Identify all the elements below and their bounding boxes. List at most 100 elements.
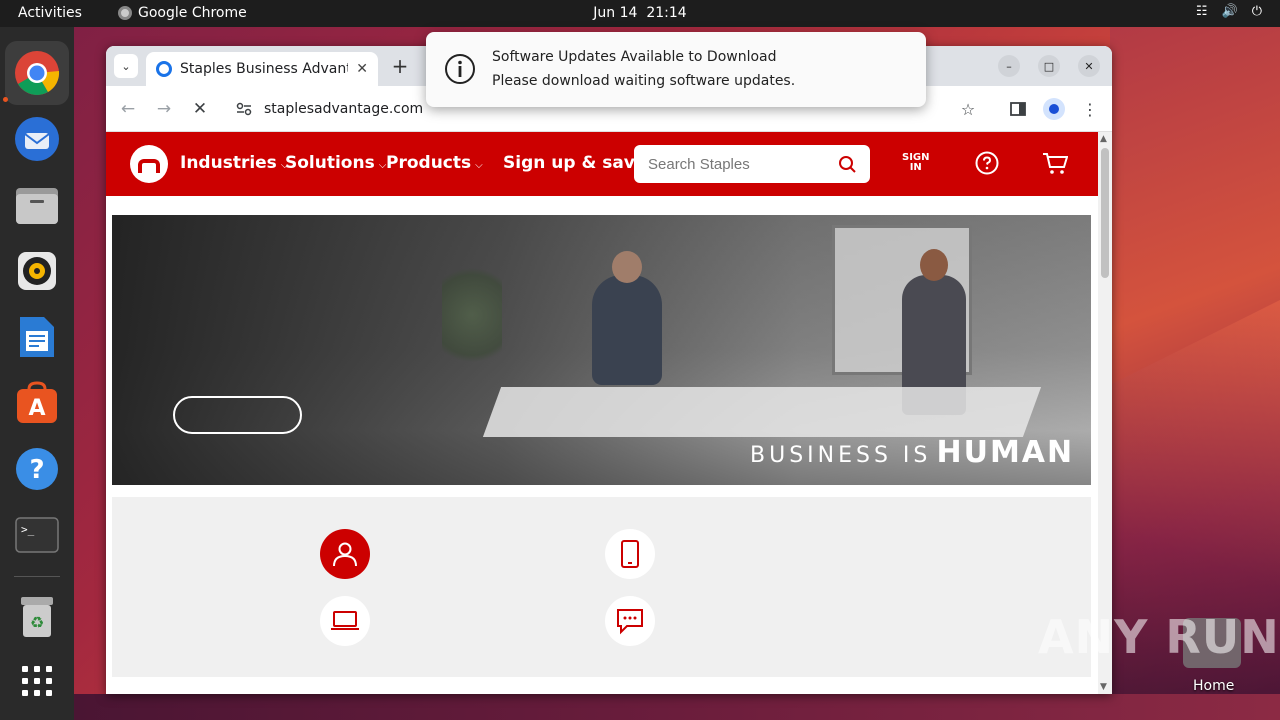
nav-industries[interactable]: Industries ⌵	[180, 153, 288, 173]
hero-banner: BUSINESS IS HUMAN	[112, 215, 1091, 485]
cart-icon[interactable]	[1042, 151, 1068, 175]
chevron-down-icon: ⌄	[121, 59, 131, 73]
help-circle-icon[interactable]	[975, 151, 999, 175]
feature-chat[interactable]	[605, 596, 655, 646]
dock-separator	[14, 576, 60, 577]
dock-writer[interactable]	[13, 313, 61, 361]
chat-icon	[617, 609, 643, 635]
svg-text:>_: >_	[21, 523, 35, 536]
tab-staples[interactable]: Staples Business Advant ✕	[146, 52, 378, 86]
features-section	[112, 497, 1091, 677]
laptop-icon	[331, 611, 359, 630]
hero-photo-table	[482, 387, 1042, 437]
kebab-menu-icon: ⋮	[1082, 99, 1098, 119]
software-icon: A	[17, 381, 57, 423]
rhythmbox-icon	[18, 252, 56, 290]
minimize-button[interactable]: –	[998, 55, 1020, 77]
maximize-button[interactable]: □	[1038, 55, 1060, 77]
notification-title: Software Updates Available to Download	[492, 49, 777, 65]
search-input[interactable]	[648, 154, 828, 174]
nav-solutions[interactable]: Solutions ⌵	[285, 153, 386, 173]
feature-account[interactable]	[320, 529, 370, 579]
sign-in-button[interactable]: SIGN IN	[902, 153, 930, 173]
maximize-icon: □	[1043, 59, 1055, 73]
site-settings-icon	[236, 102, 252, 116]
dock-files[interactable]	[13, 181, 61, 229]
svg-text:?: ?	[29, 455, 44, 485]
nav-products[interactable]: Products ⌵	[386, 153, 483, 173]
files-icon	[16, 188, 58, 224]
arrow-right-icon: →	[156, 99, 172, 119]
chevron-down-icon: ⌵	[475, 160, 483, 171]
wallpaper-bottom	[74, 694, 1280, 720]
tablet-icon	[621, 540, 639, 568]
tab-title: Staples Business Advant	[180, 61, 349, 77]
scroll-down-icon[interactable]: ▼	[1100, 682, 1107, 692]
staples-logo[interactable]	[130, 145, 168, 183]
stop-button[interactable]: ✕	[188, 97, 212, 121]
hero-cta-button[interactable]	[173, 396, 302, 434]
help-icon: ?	[16, 448, 58, 490]
url-text: staplesadvantage.com	[264, 101, 424, 117]
svg-text:A: A	[28, 396, 45, 421]
close-icon[interactable]: ✕	[356, 61, 368, 77]
clock[interactable]: Jun 14 21:14	[0, 5, 1280, 21]
network-icon: ☷	[1195, 4, 1208, 19]
hero-photo-person-seated	[592, 251, 662, 385]
forward-button[interactable]: →	[152, 97, 176, 121]
dock-trash[interactable]: ♻	[13, 593, 61, 641]
dock: A ? >_ ♻	[0, 27, 74, 720]
clock-date: Jun 14	[593, 5, 638, 21]
hero-tagline-part-2: HUMAN	[936, 435, 1075, 470]
nav-products-label: Products	[386, 153, 472, 173]
loading-favicon-icon	[156, 61, 172, 77]
page-viewport: Industries ⌵ Solutions ⌵ Products ⌵ Sign up…	[106, 132, 1098, 694]
dock-thunderbird[interactable]	[13, 115, 61, 163]
staples-logo-icon	[138, 159, 160, 173]
site-header: Industries ⌵ Solutions ⌵ Products ⌵ Sign up…	[106, 132, 1098, 196]
side-panel-icon	[1010, 102, 1026, 116]
dock-software[interactable]: A	[13, 379, 61, 427]
hero-tagline: BUSINESS IS HUMAN	[750, 435, 1074, 470]
dock-apps-grid[interactable]	[13, 657, 61, 705]
nav-signup-link[interactable]: Sign up & save	[503, 153, 646, 173]
apps-grid-icon	[22, 666, 52, 696]
back-button[interactable]: ←	[116, 97, 140, 121]
dock-help[interactable]: ?	[13, 445, 61, 493]
dock-terminal[interactable]: >_	[13, 511, 61, 559]
search-icon[interactable]	[838, 155, 856, 173]
close-window-button[interactable]: ✕	[1078, 55, 1100, 77]
arrow-left-icon: ←	[120, 99, 136, 119]
tab-search-button[interactable]: ⌄	[114, 54, 138, 78]
anyrun-watermark: ANY RUN	[1038, 610, 1280, 664]
profile-avatar-icon	[1043, 98, 1065, 120]
clock-time: 21:14	[646, 5, 687, 21]
thunderbird-icon	[15, 117, 59, 161]
update-notification[interactable]: Software Updates Available to Download P…	[426, 32, 926, 107]
scroll-up-icon[interactable]: ▲	[1100, 134, 1107, 144]
scrollbar-thumb[interactable]	[1101, 148, 1109, 278]
bookmark-button[interactable]: ☆	[956, 97, 980, 121]
chrome-icon	[15, 51, 60, 95]
power-icon: ⏻	[1251, 4, 1262, 19]
minimize-icon: –	[1006, 59, 1012, 73]
nav-solutions-label: Solutions	[285, 153, 375, 173]
profile-button[interactable]	[1042, 97, 1066, 121]
dock-chrome[interactable]	[5, 41, 69, 105]
side-panel-button[interactable]	[1006, 97, 1030, 121]
search-box	[634, 145, 870, 183]
chrome-menu-button[interactable]: ⋮	[1078, 97, 1102, 121]
hero-tagline-part-1: BUSINESS IS	[750, 443, 932, 468]
feature-mobile[interactable]	[605, 529, 655, 579]
trash-icon: ♻	[21, 597, 53, 637]
sign-in-line-2: IN	[909, 162, 922, 173]
close-icon: ✕	[1084, 59, 1094, 73]
dock-running-indicator	[3, 97, 8, 102]
new-tab-button[interactable]: +	[388, 54, 412, 78]
home-folder-label: Home	[1193, 678, 1235, 694]
feature-laptop[interactable]	[320, 596, 370, 646]
dock-rhythmbox[interactable]	[13, 247, 61, 295]
system-tray[interactable]: ☷ 🔊 ⏻	[1196, 4, 1262, 19]
volume-icon: 🔊	[1221, 4, 1238, 19]
chrome-window: ⌄ Staples Business Advant ✕ + – □ ✕ ← → …	[106, 46, 1112, 694]
